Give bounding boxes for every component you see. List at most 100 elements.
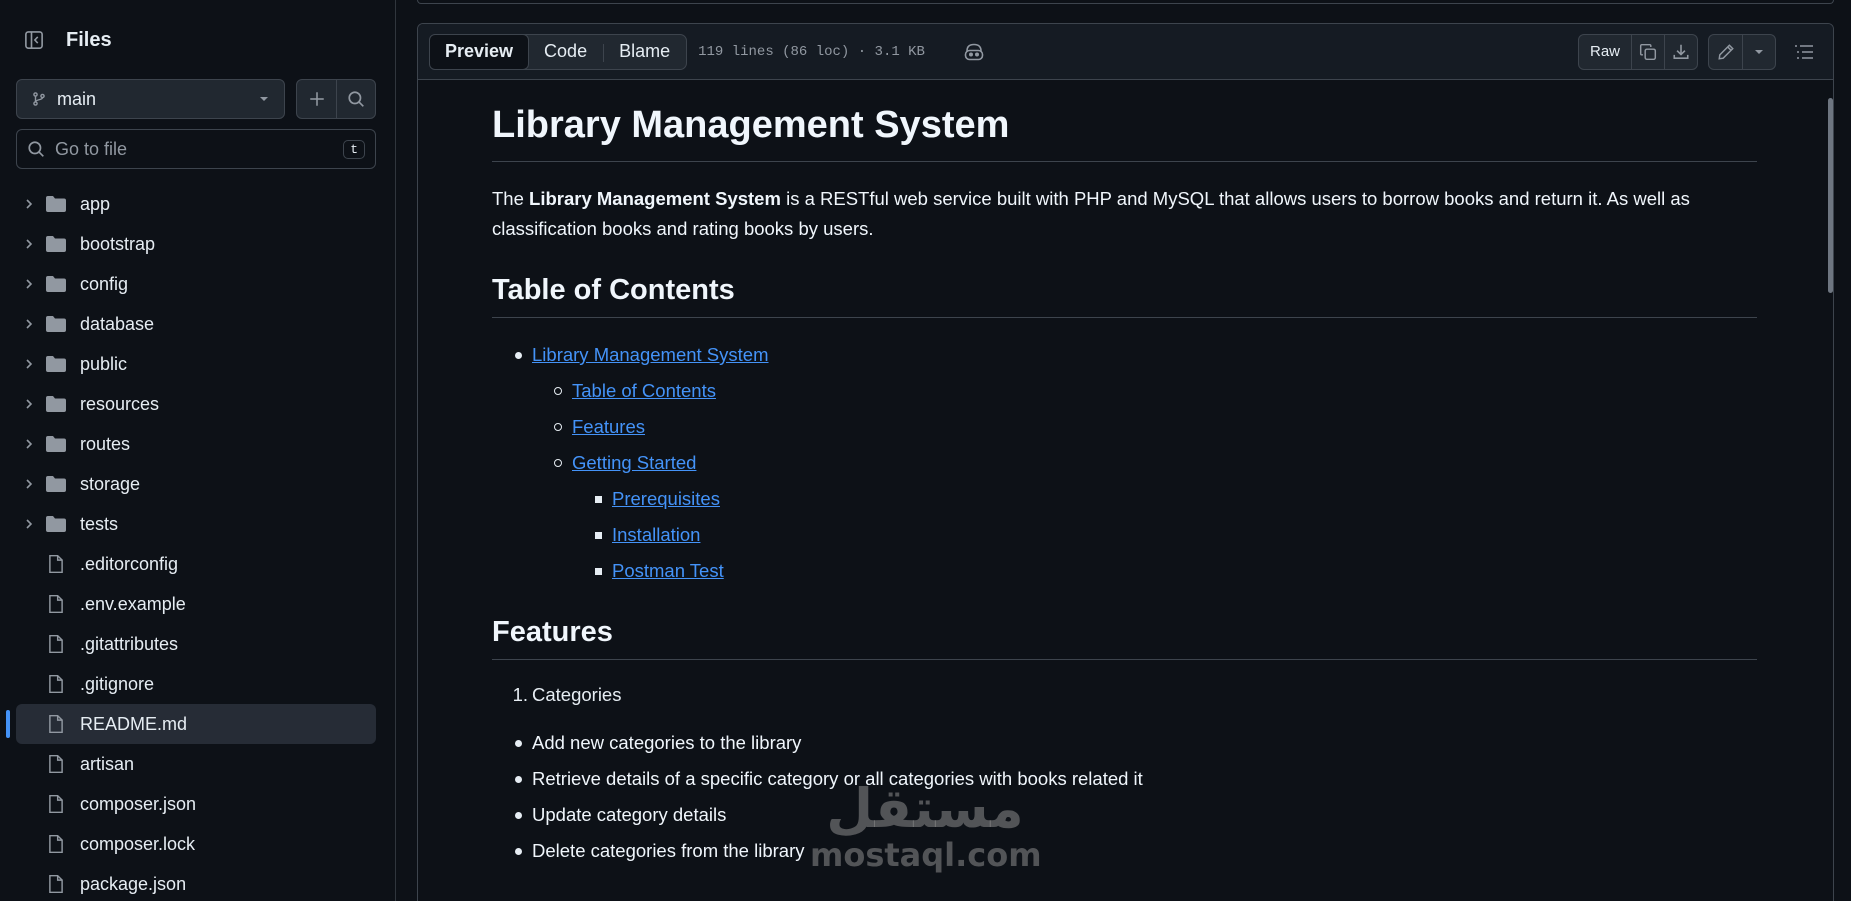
tree-folder[interactable]: config [16,264,376,304]
tree-file[interactable]: artisan [16,744,376,784]
add-file-button[interactable] [297,80,336,118]
tree-file[interactable]: .env.example [16,584,376,624]
readme-intro: The Library Management System is a RESTf… [492,184,1757,244]
expand-chevron[interactable] [18,478,40,490]
edit-options-dropdown[interactable] [1742,34,1775,69]
collapse-sidebar-button[interactable] [16,22,52,58]
expand-chevron[interactable] [18,198,40,210]
toc-link-prerequisites[interactable]: Prerequisites [612,488,720,510]
copy-raw-button[interactable] [1631,34,1664,69]
ordered-text: Categories [532,684,622,705]
tab-preview[interactable]: Preview [429,33,530,70]
branch-selector[interactable]: main [16,79,285,119]
tree-item-label: storage [80,473,141,494]
tab-code[interactable]: Code [528,35,603,69]
tree-item-label: .editorconfig [80,553,179,574]
chevron-right-icon [26,319,33,329]
expand-chevron[interactable] [18,518,40,530]
view-mode-tabs: Preview Code Blame [429,33,688,70]
tree-item-icon [44,395,68,413]
branch-name: main [57,88,97,109]
go-to-file-field[interactable]: t [16,129,376,169]
folder-icon [46,316,66,332]
file-icon [49,874,63,894]
file-actions-group: Raw [1577,33,1698,70]
toc-item: Library Management System [492,340,1757,370]
copilot-icon [964,43,984,60]
tree-folder[interactable]: app [16,184,376,224]
expand-chevron[interactable] [18,278,40,290]
list-item: Delete categories from the library [492,836,1757,866]
category-feature-list: Add new categories to the library Retrie… [492,728,1757,866]
tree-item-icon [44,475,68,493]
expand-chevron[interactable] [18,358,40,370]
tree-folder[interactable]: storage [16,464,376,504]
chevron-right-icon [26,279,33,289]
tree-folder[interactable]: public [16,344,376,384]
toc-link-getting-started[interactable]: Getting Started [572,452,696,474]
go-to-file-input[interactable] [55,138,344,160]
edit-file-button[interactable] [1709,35,1742,69]
toc-item: Prerequisites [492,484,1757,514]
tree-file[interactable]: .gitattributes [16,624,376,664]
tree-file[interactable]: composer.lock [16,824,376,864]
tree-item-label: artisan [80,753,135,774]
list-item: Retrieve details of a specific category … [492,764,1757,794]
vertical-scrollbar[interactable] [1828,98,1833,293]
tree-item-icon [44,714,68,734]
toolbar-actions: Raw [1577,33,1822,70]
readme-title: Library Management System [492,104,1757,162]
toc-link-library[interactable]: Library Management System [532,344,769,366]
download-button[interactable] [1664,34,1697,69]
toc-link-postman-test[interactable]: Postman Test [612,560,724,582]
expand-chevron[interactable] [18,238,40,250]
tree-item-icon [44,794,68,814]
tree-file[interactable]: package.json [16,864,376,901]
ordered-number: 1. [512,684,528,705]
copilot-button[interactable] [963,42,985,62]
file-icon [49,794,63,814]
chevron-right-icon [26,199,33,209]
edit-actions-group [1708,33,1776,70]
tree-file[interactable]: .gitignore [16,664,376,704]
pencil-icon [1717,43,1734,60]
tree-folder[interactable]: tests [16,504,376,544]
tree-file[interactable]: README.md [6,704,376,744]
expand-chevron[interactable] [18,438,40,450]
tree-item-label: package.json [80,873,187,894]
tree-folder[interactable]: routes [16,424,376,464]
features-heading: Features [492,616,1757,660]
chevron-right-icon [26,479,33,489]
folder-icon [46,476,66,492]
sidebar-title: Files [66,28,112,51]
toc-link-installation[interactable]: Installation [612,524,700,546]
tree-file[interactable]: .editorconfig [16,544,376,584]
tree-item-label: routes [80,433,131,454]
top-panel-edge [417,0,1834,4]
tree-item-icon [44,634,68,654]
tree-item-icon [44,874,68,894]
toc-item: Table of Contents [492,376,1757,406]
tree-folder[interactable]: resources [16,384,376,424]
raw-button[interactable]: Raw [1579,35,1631,69]
expand-chevron[interactable] [18,398,40,410]
search-code-button[interactable] [336,80,375,118]
folder-icon [46,196,66,212]
tree-item-label: app [80,193,111,214]
tree-item-icon [44,554,68,574]
toc-link-features[interactable]: Features [572,416,645,438]
chevron-right-icon [26,239,33,249]
file-icon [49,634,63,654]
tab-blame[interactable]: Blame [603,35,686,69]
expand-chevron[interactable] [18,318,40,330]
search-icon [348,91,364,107]
tree-folder[interactable]: bootstrap [16,224,376,264]
download-icon [1673,44,1689,59]
list-item-text: Update category details [532,804,727,825]
outline-button[interactable] [1786,34,1822,70]
search-icon [28,141,44,157]
toc-link-table-of-contents[interactable]: Table of Contents [572,380,716,402]
tree-file[interactable]: composer.json [16,784,376,824]
tree-item-icon [44,235,68,253]
tree-folder[interactable]: database [16,304,376,344]
